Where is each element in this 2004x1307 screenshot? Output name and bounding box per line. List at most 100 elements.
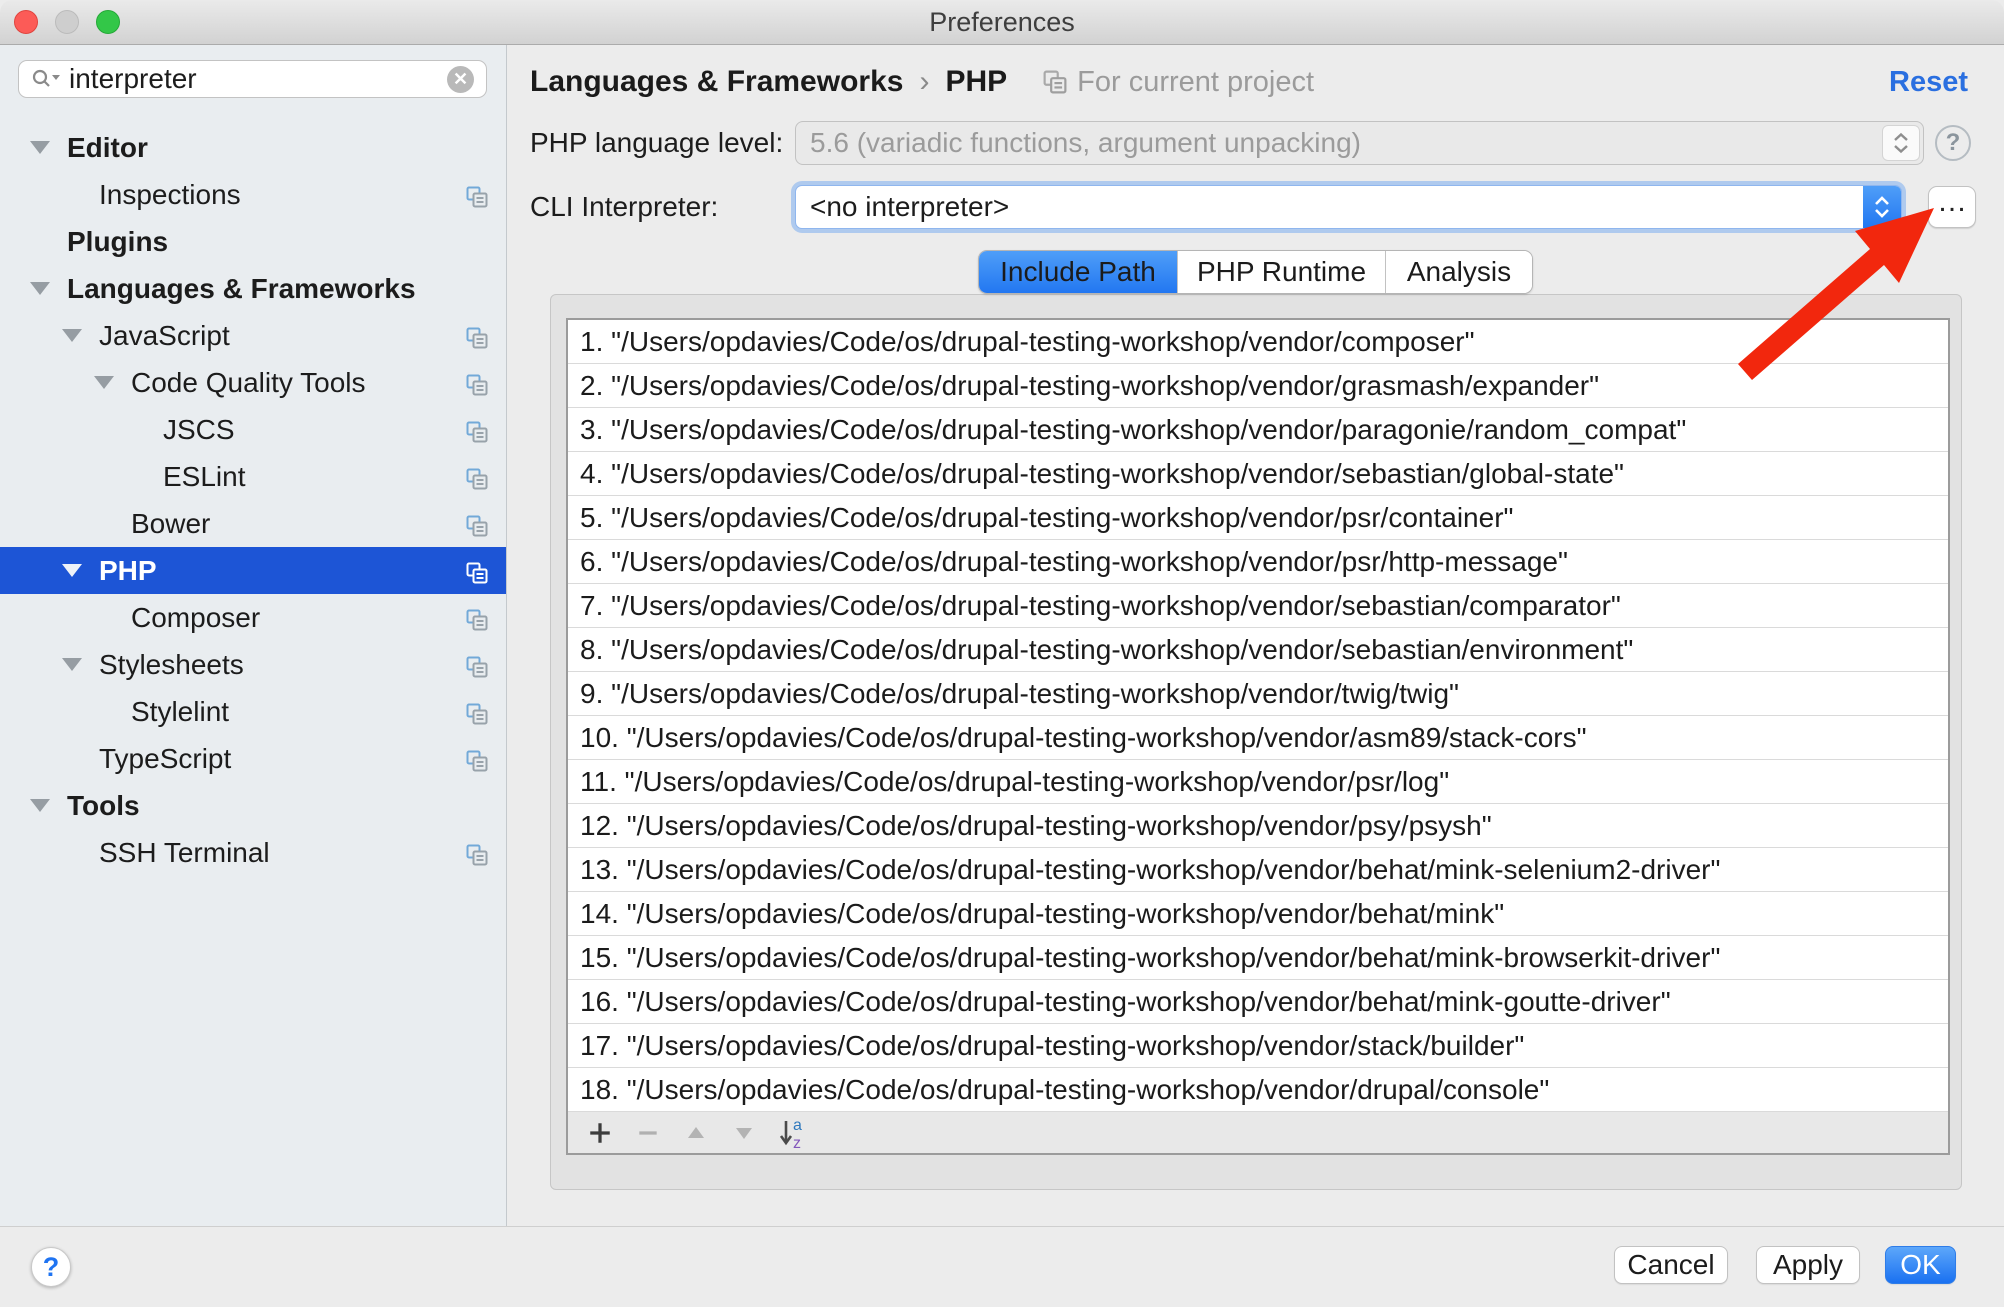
breadcrumb-php[interactable]: PHP — [945, 65, 1007, 99]
php-settings-tabs: Include PathPHP RuntimeAnalysis — [978, 250, 1533, 294]
include-path-row[interactable]: 5. "/Users/opdavies/Code/os/drupal-testi… — [568, 496, 1948, 540]
include-path-row[interactable]: 9. "/Users/opdavies/Code/os/drupal-testi… — [568, 672, 1948, 716]
expand-arrow-icon[interactable] — [62, 564, 82, 577]
scope-indicator: For current project — [1043, 66, 1314, 99]
shared-settings-icon — [466, 418, 488, 440]
include-path-row[interactable]: 2. "/Users/opdavies/Code/os/drupal-testi… — [568, 364, 1948, 408]
expand-arrow-icon[interactable] — [30, 799, 50, 812]
move-up-button[interactable] — [678, 1115, 714, 1151]
help-icon[interactable]: ? — [1935, 125, 1971, 161]
sidebar-item-ssh-terminal[interactable]: SSH Terminal — [0, 829, 506, 876]
include-path-row[interactable]: 6. "/Users/opdavies/Code/os/drupal-testi… — [568, 540, 1948, 584]
expand-arrow-icon[interactable] — [62, 329, 82, 342]
ok-button[interactable]: OK — [1885, 1246, 1956, 1284]
stepper-icon[interactable] — [1863, 186, 1901, 228]
browse-interpreters-button[interactable]: … — [1928, 186, 1976, 228]
breadcrumb-languages-frameworks[interactable]: Languages & Frameworks — [530, 65, 903, 99]
include-path-row[interactable]: 18. "/Users/opdavies/Code/os/drupal-test… — [568, 1068, 1948, 1112]
sidebar-item-eslint[interactable]: ESLint — [0, 453, 506, 500]
breadcrumb: Languages & Frameworks › PHP For current… — [530, 62, 1314, 102]
sidebar-item-tools[interactable]: Tools — [0, 782, 506, 829]
sidebar-item-languages-frameworks[interactable]: Languages & Frameworks — [0, 265, 506, 312]
include-path-rows: 1. "/Users/opdavies/Code/os/drupal-testi… — [568, 320, 1948, 1112]
include-path-row[interactable]: 1. "/Users/opdavies/Code/os/drupal-testi… — [568, 320, 1948, 364]
stepper-icon — [1882, 125, 1920, 161]
sidebar-item-editor[interactable]: Editor — [0, 124, 506, 171]
language-level-value: 5.6 (variadic functions, argument unpack… — [810, 127, 1361, 159]
search-input[interactable] — [69, 63, 447, 95]
cli-interpreter-combo[interactable]: <no interpreter> — [795, 185, 1902, 229]
shared-settings-icon — [466, 559, 488, 581]
include-path-row[interactable]: 8. "/Users/opdavies/Code/os/drupal-testi… — [568, 628, 1948, 672]
sidebar-item-typescript[interactable]: TypeScript — [0, 735, 506, 782]
shared-settings-icon — [466, 841, 488, 863]
add-path-button[interactable] — [582, 1115, 618, 1151]
help-button[interactable]: ? — [31, 1247, 71, 1287]
apply-button[interactable]: Apply — [1756, 1246, 1860, 1284]
svg-text:a: a — [793, 1117, 802, 1134]
remove-path-button[interactable] — [630, 1115, 666, 1151]
minimize-window-button[interactable] — [55, 10, 79, 34]
sidebar-item-inspections[interactable]: Inspections — [0, 171, 506, 218]
sidebar-item-code-quality-tools[interactable]: Code Quality Tools — [0, 359, 506, 406]
breadcrumb-separator-icon: › — [917, 65, 931, 99]
include-path-row[interactable]: 7. "/Users/opdavies/Code/os/drupal-testi… — [568, 584, 1948, 628]
sidebar-item-label: Editor — [67, 132, 148, 164]
sidebar-item-stylesheets[interactable]: Stylesheets — [0, 641, 506, 688]
expand-arrow-icon[interactable] — [30, 141, 50, 154]
settings-search-box: ✕ — [18, 60, 487, 98]
include-path-row[interactable]: 4. "/Users/opdavies/Code/os/drupal-testi… — [568, 452, 1948, 496]
sort-alphabetically-button[interactable]: a z — [774, 1115, 810, 1151]
shared-settings-icon — [466, 512, 488, 534]
sidebar-item-composer[interactable]: Composer — [0, 594, 506, 641]
shared-settings-icon — [466, 371, 488, 393]
expand-arrow-icon[interactable] — [62, 658, 82, 671]
title-bar: Preferences — [0, 0, 2004, 45]
sidebar-item-label: Inspections — [99, 179, 241, 211]
cancel-button[interactable]: Cancel — [1614, 1246, 1728, 1284]
sidebar-item-label: Plugins — [67, 226, 168, 258]
include-path-row[interactable]: 16. "/Users/opdavies/Code/os/drupal-test… — [568, 980, 1948, 1024]
search-icon[interactable] — [31, 68, 61, 90]
expand-arrow-icon[interactable] — [94, 376, 114, 389]
sidebar-item-label: Languages & Frameworks — [67, 273, 416, 305]
preferences-window: Preferences ✕ Editor Inspections Plugins L… — [0, 0, 2004, 1307]
sidebar-item-javascript[interactable]: JavaScript — [0, 312, 506, 359]
language-level-select[interactable]: 5.6 (variadic functions, argument unpack… — [795, 121, 1924, 165]
include-path-row[interactable]: 11. "/Users/opdavies/Code/os/drupal-test… — [568, 760, 1948, 804]
settings-main-panel: Languages & Frameworks › PHP For current… — [507, 45, 2004, 1226]
include-path-row[interactable]: 3. "/Users/opdavies/Code/os/drupal-testi… — [568, 408, 1948, 452]
sidebar-item-jscs[interactable]: JSCS — [0, 406, 506, 453]
sidebar-item-label: Composer — [131, 602, 260, 634]
include-path-row[interactable]: 14. "/Users/opdavies/Code/os/drupal-test… — [568, 892, 1948, 936]
include-path-panel: 1. "/Users/opdavies/Code/os/drupal-testi… — [550, 294, 1962, 1190]
clear-search-icon[interactable]: ✕ — [447, 66, 474, 93]
reset-link[interactable]: Reset — [1889, 66, 1968, 99]
tab-php-runtime[interactable]: PHP Runtime — [1177, 251, 1385, 293]
include-path-row[interactable]: 13. "/Users/opdavies/Code/os/drupal-test… — [568, 848, 1948, 892]
move-down-button[interactable] — [726, 1115, 762, 1151]
sidebar-item-php[interactable]: PHP — [0, 547, 506, 594]
sidebar-item-plugins[interactable]: Plugins — [0, 218, 506, 265]
cli-interpreter-value: <no interpreter> — [810, 191, 1009, 223]
sidebar-item-label: JavaScript — [99, 320, 230, 352]
tab-analysis[interactable]: Analysis — [1385, 251, 1532, 293]
zoom-window-button[interactable] — [96, 10, 120, 34]
sidebar-item-label: Code Quality Tools — [131, 367, 366, 399]
include-path-row[interactable]: 10. "/Users/opdavies/Code/os/drupal-test… — [568, 716, 1948, 760]
sidebar-item-label: SSH Terminal — [99, 837, 270, 869]
sidebar-item-label: PHP — [99, 555, 157, 587]
close-window-button[interactable] — [14, 10, 38, 34]
sidebar-item-bower[interactable]: Bower — [0, 500, 506, 547]
include-path-row[interactable]: 17. "/Users/opdavies/Code/os/drupal-test… — [568, 1024, 1948, 1068]
cli-interpreter-label: CLI Interpreter: — [530, 185, 718, 229]
include-path-row[interactable]: 15. "/Users/opdavies/Code/os/drupal-test… — [568, 936, 1948, 980]
include-path-list: 1. "/Users/opdavies/Code/os/drupal-testi… — [566, 318, 1950, 1155]
sidebar-item-label: JSCS — [163, 414, 235, 446]
tab-include-path[interactable]: Include Path — [979, 251, 1177, 293]
list-toolbar: a z — [568, 1112, 1948, 1153]
include-path-row[interactable]: 12. "/Users/opdavies/Code/os/drupal-test… — [568, 804, 1948, 848]
expand-arrow-icon[interactable] — [30, 282, 50, 295]
sidebar-item-stylelint[interactable]: Stylelint — [0, 688, 506, 735]
scope-label: For current project — [1077, 66, 1314, 99]
